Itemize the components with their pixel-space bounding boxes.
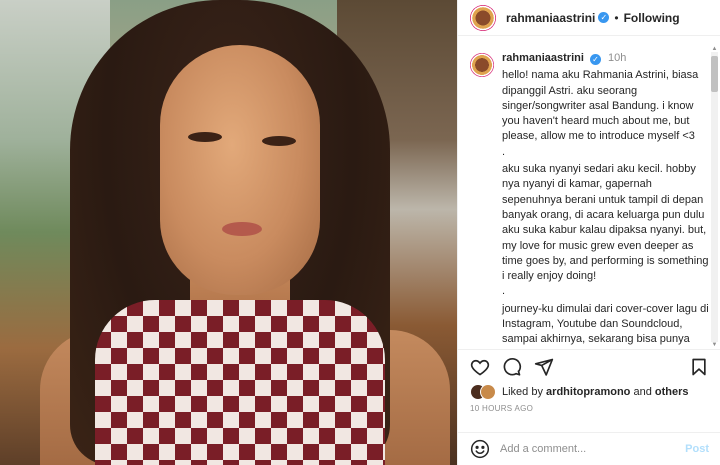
bookmark-icon <box>692 358 706 375</box>
comment-icon <box>503 357 522 376</box>
caption-paragraph-1: hello! nama aku Rahmania Astrini, biasa … <box>502 69 699 158</box>
likes-others-link[interactable]: others <box>655 386 689 398</box>
post-photo[interactable] <box>0 0 457 465</box>
scrollbar-thumb[interactable] <box>711 56 718 92</box>
following-button[interactable]: Following <box>624 11 680 25</box>
header-separator: • <box>614 10 619 25</box>
paper-plane-icon <box>534 358 554 376</box>
likes-conj: and <box>633 386 652 398</box>
caption-scrollbar[interactable]: ▲ ▼ <box>711 46 718 348</box>
comment-bar: Post <box>458 432 720 465</box>
post-header: rahmaniaastrini ✓ • Following <box>458 0 720 36</box>
caption-paragraph-3: journey-ku dimulai dari cover-cover lagu… <box>502 302 709 349</box>
caption-scroll-area[interactable]: rahmaniaastrini ✓ 10h hello! nama aku Ra… <box>458 37 720 349</box>
action-bar <box>458 349 720 383</box>
liker-avatar[interactable] <box>480 384 496 400</box>
likes-prefix: Liked by <box>502 386 543 398</box>
scroll-down-arrow-icon[interactable]: ▼ <box>711 342 718 348</box>
emoji-icon[interactable] <box>470 439 490 459</box>
caption: rahmaniaastrini ✓ 10h hello! nama aku Ra… <box>458 37 720 349</box>
photo-checkered-top <box>95 300 385 465</box>
scroll-up-arrow-icon[interactable]: ▲ <box>711 46 718 52</box>
post-timestamp[interactable]: 10 HOURS AGO <box>470 404 533 413</box>
photo-eye-right <box>262 136 296 146</box>
comment-input[interactable] <box>500 443 670 455</box>
caption-body: rahmaniaastrini ✓ 10h hello! nama aku Ra… <box>502 51 709 349</box>
caption-time[interactable]: 10h <box>608 52 626 64</box>
post-comment-button[interactable]: Post <box>685 443 709 455</box>
caption-username[interactable]: rahmaniaastrini <box>502 52 584 64</box>
save-button[interactable] <box>689 357 709 377</box>
verified-badge-icon: ✓ <box>598 12 610 23</box>
comment-button[interactable] <box>502 357 522 377</box>
caption-paragraph-2: aku suka nyanyi sedari aku kecil. hobby … <box>502 163 709 298</box>
like-button[interactable] <box>470 357 490 377</box>
likes-text: Liked by ardhitopramono and others <box>502 386 689 398</box>
header-username[interactable]: rahmaniaastrini <box>506 11 595 25</box>
photo-lips <box>222 222 262 236</box>
caption-avatar[interactable] <box>470 53 494 77</box>
avatar[interactable] <box>470 4 496 31</box>
likes-summary: Liked by ardhitopramono and others <box>470 384 689 400</box>
share-button[interactable] <box>534 357 554 377</box>
post-side-panel: rahmaniaastrini ✓ • Following rahmaniaas… <box>457 0 720 465</box>
photo-face <box>160 45 320 295</box>
heart-icon <box>470 359 490 375</box>
liker-username[interactable]: ardhitopramono <box>546 386 630 398</box>
photo-eye-left <box>188 132 222 142</box>
verified-badge-icon: ✓ <box>589 54 601 66</box>
